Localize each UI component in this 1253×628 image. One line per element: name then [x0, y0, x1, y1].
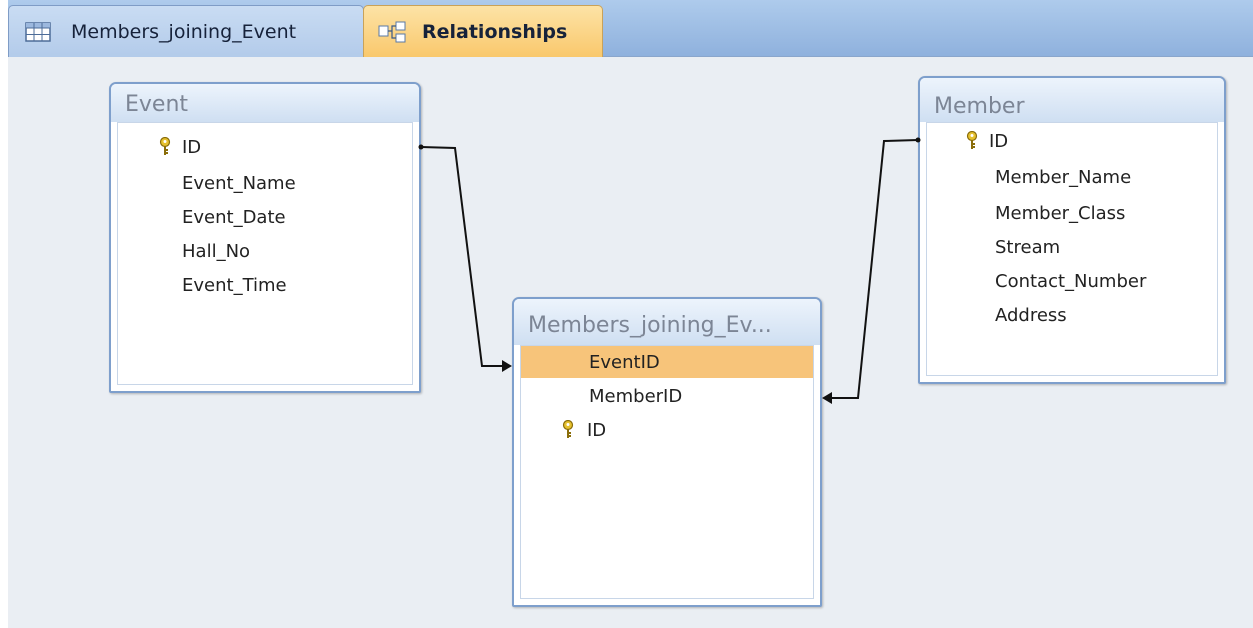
field-member-id[interactable]: MemberID — [521, 380, 813, 412]
primary-key-icon — [965, 131, 979, 151]
document-tab-bar: Members_joining_Event Relationships — [8, 0, 1253, 57]
primary-key-icon — [561, 420, 575, 440]
field-member-name[interactable]: Member_Name — [927, 161, 1217, 193]
field-name: MemberID — [589, 385, 683, 407]
field-name: Event_Name — [182, 172, 296, 194]
field-name: Member_Class — [995, 202, 1126, 224]
field-name: ID — [182, 136, 202, 158]
field-name: Event_Time — [182, 274, 287, 296]
tab-label: Members_joining_Event — [71, 20, 297, 43]
field-name: Address — [995, 304, 1067, 326]
field-contact-number[interactable]: Contact_Number — [927, 265, 1217, 297]
field-id[interactable]: ID — [118, 131, 412, 163]
field-id[interactable]: ID — [927, 125, 1217, 157]
table-event[interactable]: Event ID Event_Name Event_Date Hall_No E… — [109, 82, 421, 393]
table-title[interactable]: Member — [920, 78, 1224, 122]
table-title[interactable]: Members_joining_Ev... — [514, 299, 820, 345]
field-name: Member_Name — [995, 166, 1132, 188]
field-list: EventID MemberID ID — [520, 345, 814, 599]
field-list: ID Member_Name Member_Class Stream Conta… — [926, 122, 1218, 376]
field-id[interactable]: ID — [521, 414, 813, 446]
field-name: Event_Date — [182, 206, 286, 228]
tab-relationships[interactable]: Relationships — [363, 5, 603, 57]
field-name: Hall_No — [182, 240, 251, 262]
field-name: ID — [989, 130, 1009, 152]
field-name: Stream — [995, 236, 1061, 258]
field-name: Contact_Number — [995, 270, 1147, 292]
table-title[interactable]: Event — [111, 84, 419, 122]
field-address[interactable]: Address — [927, 299, 1217, 331]
field-member-class[interactable]: Member_Class — [927, 197, 1217, 229]
tab-label: Relationships — [422, 20, 568, 43]
field-event-id[interactable]: EventID — [521, 346, 813, 378]
field-event-date[interactable]: Event_Date — [118, 201, 412, 233]
field-name: ID — [587, 419, 607, 441]
field-stream[interactable]: Stream — [927, 231, 1217, 263]
table-members-joining-event[interactable]: Members_joining_Ev... EventID MemberID I… — [512, 297, 822, 607]
field-list: ID Event_Name Event_Date Hall_No Event_T… — [117, 122, 413, 385]
table-member[interactable]: Member ID Member_Name Member_Class Strea… — [918, 76, 1226, 384]
field-event-name[interactable]: Event_Name — [118, 167, 412, 199]
tab-members-joining-event[interactable]: Members_joining_Event — [8, 5, 364, 57]
primary-key-icon — [158, 137, 172, 157]
field-name: EventID — [589, 351, 660, 373]
field-event-time[interactable]: Event_Time — [118, 269, 412, 301]
field-hall-no[interactable]: Hall_No — [118, 235, 412, 267]
table-icon — [25, 21, 51, 42]
relationships-icon — [378, 21, 406, 43]
